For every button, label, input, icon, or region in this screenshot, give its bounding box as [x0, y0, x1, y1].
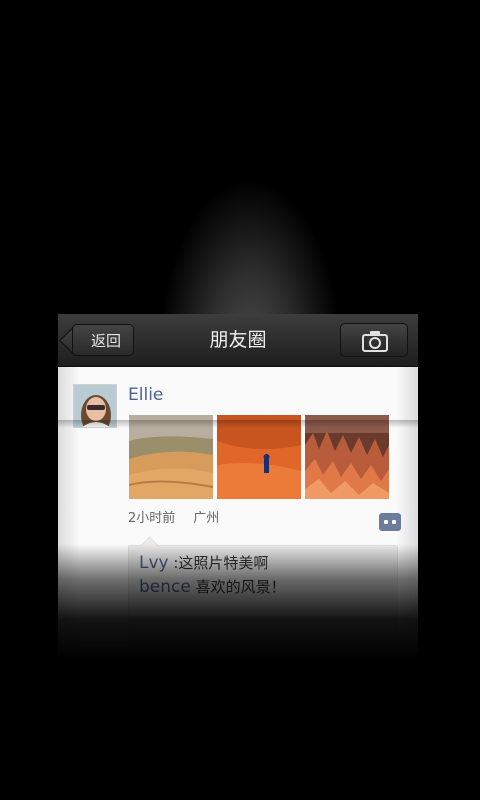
feed-content: Ellie 2小时前 广州 Lvy:这照片特美啊 bence 喜欢的风景！ [58, 367, 418, 660]
post-location[interactable]: 广州 [193, 511, 219, 526]
camera-icon [362, 331, 388, 352]
comment-bubble-icon[interactable] [379, 513, 401, 531]
comment-author[interactable]: Lvy [139, 553, 169, 573]
post-meta: 2小时前 广州 [128, 507, 219, 526]
comment-item: Lvy :这照片特美啊 [139, 552, 268, 573]
top-bar: 返回 朋友圈 [58, 314, 418, 367]
comment-author[interactable]: bence [139, 577, 191, 597]
camera-button[interactable] [340, 323, 408, 357]
comment-text: 喜欢的风景！ [195, 578, 286, 596]
page-title: 朋友圈 [209, 329, 267, 351]
back-button[interactable]: 返回 [72, 324, 134, 356]
comment-item: bence 喜欢的风景！ [139, 576, 286, 597]
comments-box: Lvy :这照片特美啊 bence 喜欢的风景！ [128, 545, 398, 660]
post-username[interactable]: Ellie [128, 385, 163, 405]
moments-card: 返回 朋友圈 Ellie 2小时前 广州 Lvy:这照片特美啊 bence 喜… [58, 314, 418, 660]
bar-shadow [58, 420, 418, 428]
back-button-wrap[interactable]: 返回 [58, 314, 148, 366]
post-time: 2小时前 [128, 511, 176, 526]
comment-text: :这照片特美啊 [173, 554, 269, 572]
